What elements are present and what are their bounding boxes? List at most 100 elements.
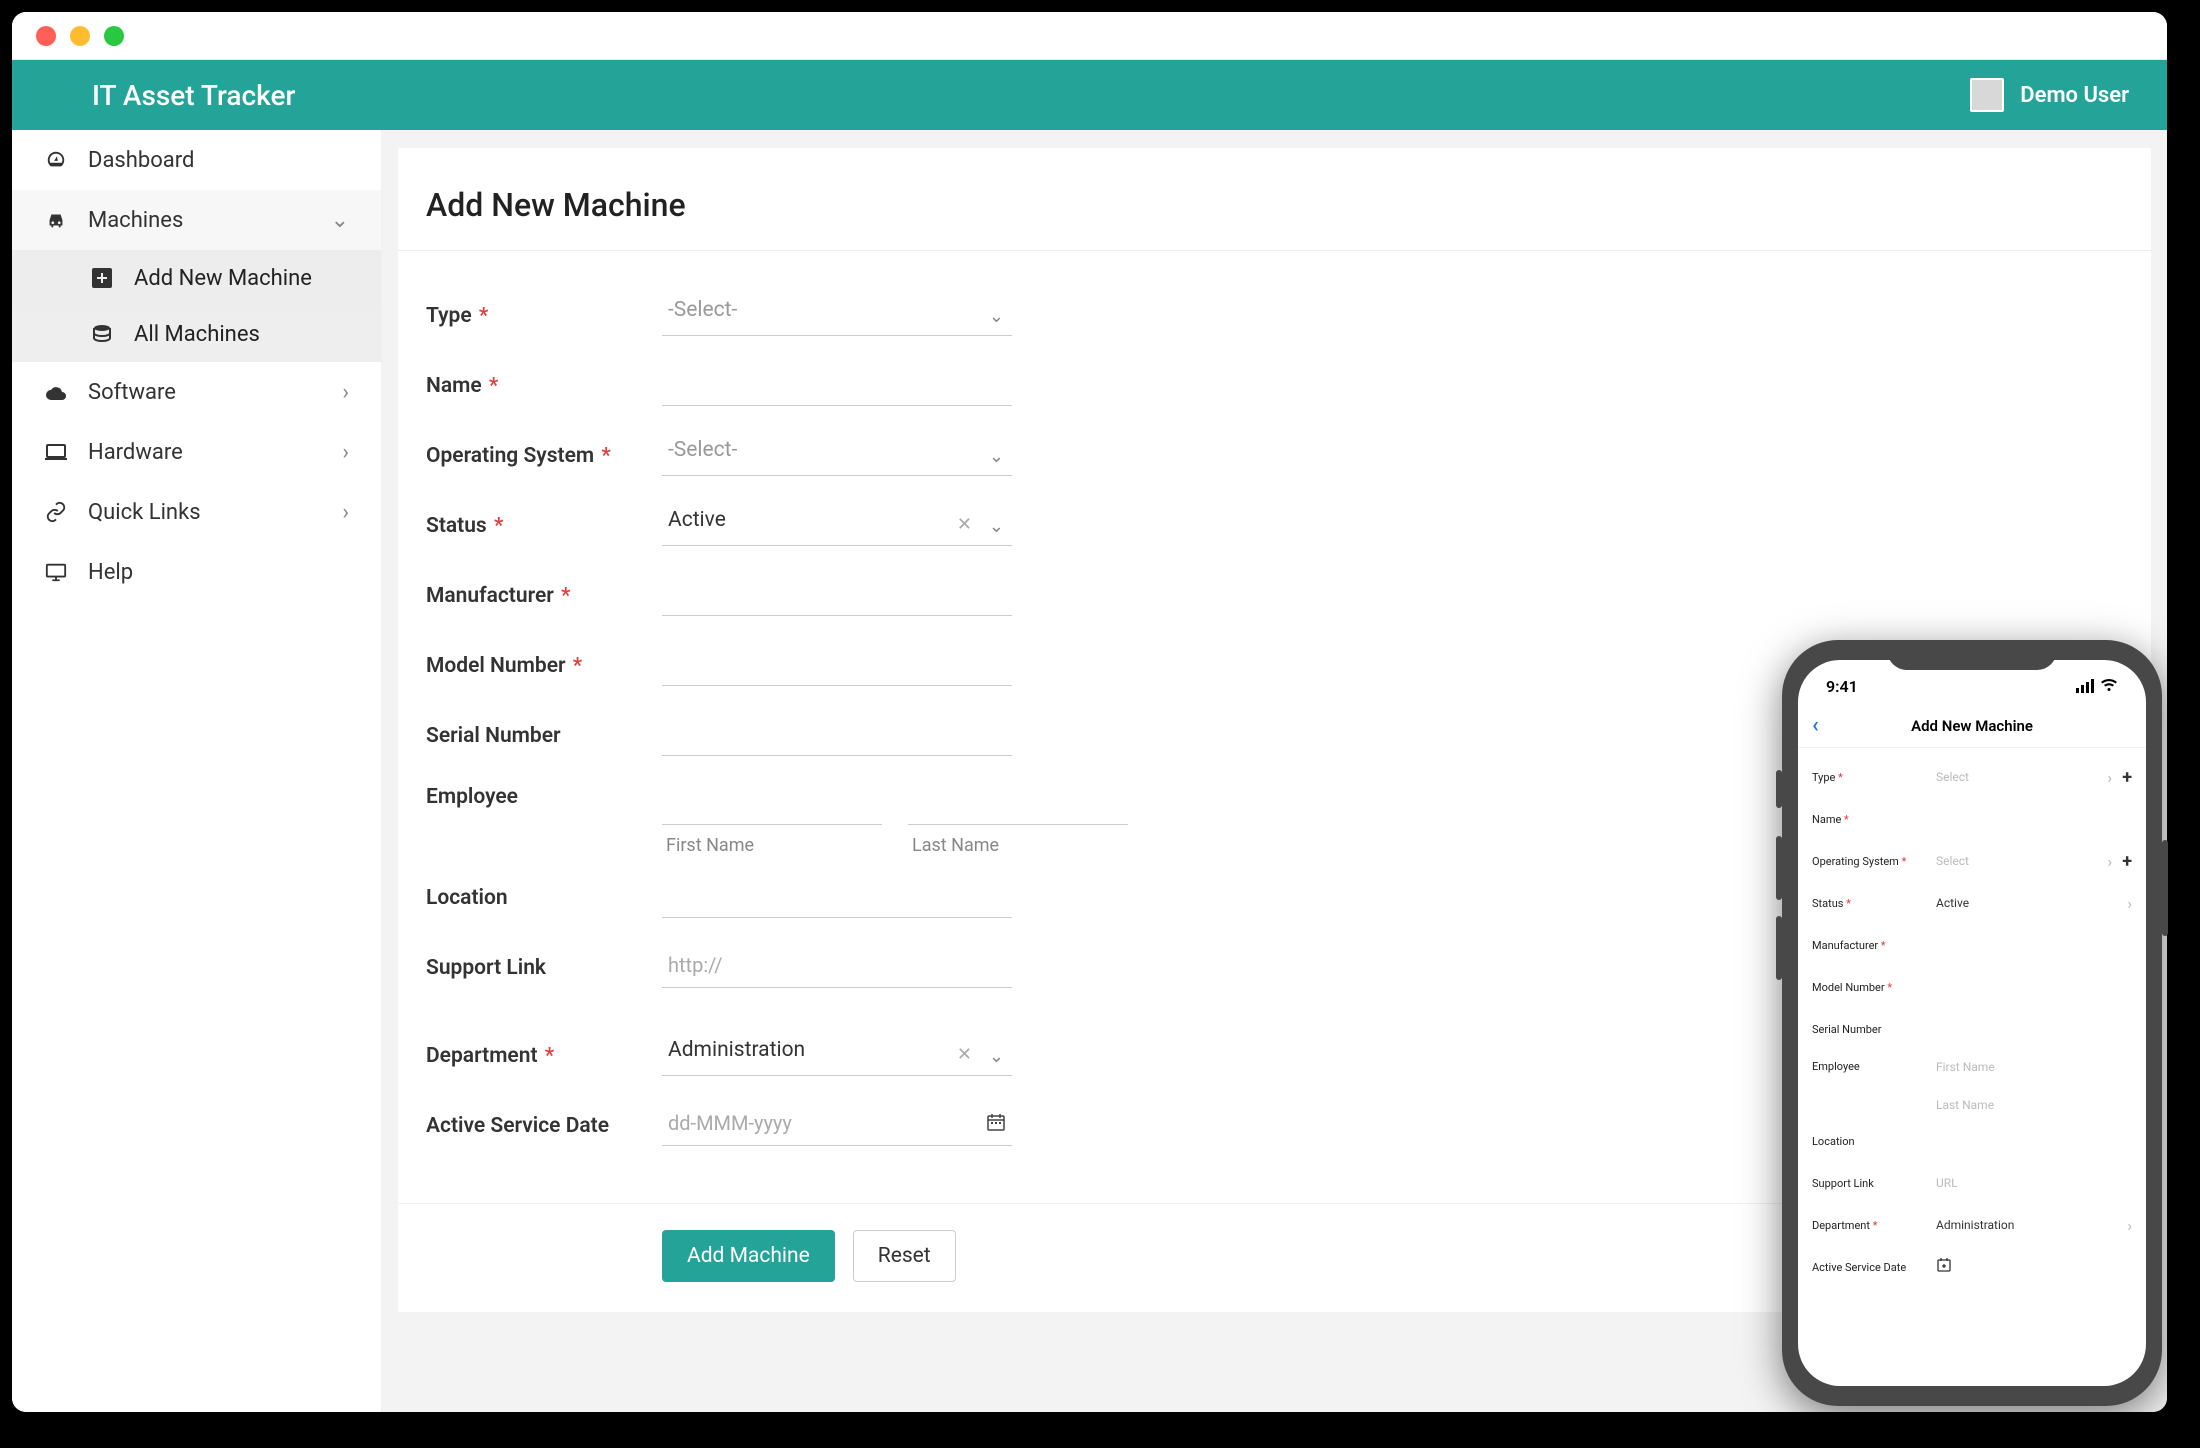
location-input[interactable] bbox=[662, 878, 1012, 918]
name-input[interactable] bbox=[662, 366, 1012, 406]
sublabel-first-name: First Name bbox=[662, 829, 882, 856]
active-service-date-input[interactable] bbox=[662, 1106, 1012, 1146]
phone-time: 9:41 bbox=[1826, 677, 1858, 696]
database-icon bbox=[90, 324, 114, 344]
phone-row-status: Status * Active› bbox=[1798, 882, 2146, 924]
support-link-input[interactable] bbox=[662, 948, 1012, 988]
user-menu[interactable]: Demo User bbox=[1970, 78, 2129, 112]
phone-side-button bbox=[1776, 836, 1782, 900]
label-department: Department * bbox=[426, 1044, 662, 1068]
chevron-right-icon: › bbox=[342, 380, 349, 405]
sidebar-label: Add New Machine bbox=[134, 266, 312, 291]
sidebar-label: Machines bbox=[88, 208, 183, 233]
calendar-plus-icon bbox=[1936, 1257, 1952, 1277]
phone-frame: 9:41 ‹ Add New Machine Type * Select›+ N… bbox=[1782, 640, 2162, 1406]
phone-header: ‹ Add New Machine bbox=[1798, 704, 2146, 748]
plus-icon[interactable]: + bbox=[2122, 767, 2132, 788]
link-icon bbox=[44, 501, 68, 523]
sidebar-item-dashboard[interactable]: Dashboard bbox=[12, 130, 381, 190]
label-os: Operating System * bbox=[426, 444, 662, 468]
gauge-icon bbox=[44, 149, 68, 171]
phone-side-button bbox=[1776, 916, 1782, 980]
employee-first-name-input[interactable] bbox=[662, 785, 882, 825]
phone-department-select[interactable]: Administration› bbox=[1936, 1216, 2132, 1235]
phone-back-button[interactable]: ‹ bbox=[1812, 713, 1819, 738]
sidebar-sub-add-new-machine[interactable]: Add New Machine bbox=[12, 250, 381, 306]
type-select[interactable]: -Select- bbox=[662, 296, 1012, 336]
phone-date-input[interactable] bbox=[1936, 1257, 2132, 1277]
phone-row-manufacturer: Manufacturer * bbox=[1798, 924, 2146, 966]
label-location: Location bbox=[426, 886, 662, 910]
label-active-service-date: Active Service Date bbox=[426, 1114, 662, 1138]
window-zoom-dot[interactable] bbox=[104, 26, 124, 46]
model-number-input[interactable] bbox=[662, 646, 1012, 686]
phone-row-model-number: Model Number * bbox=[1798, 966, 2146, 1008]
os-select[interactable]: -Select- bbox=[662, 436, 1012, 476]
field-row-os: Operating System * -Select- ⌄ bbox=[426, 421, 2123, 491]
field-row-manufacturer: Manufacturer * bbox=[426, 561, 2123, 631]
phone-title: Add New Machine bbox=[1911, 717, 2033, 735]
sidebar: Dashboard Machines ⌄ Add New Machine Al bbox=[12, 130, 382, 1412]
reset-button[interactable]: Reset bbox=[853, 1230, 956, 1282]
label-employee: Employee bbox=[426, 785, 662, 809]
phone-support-link-input[interactable]: URL bbox=[1936, 1176, 2132, 1190]
phone-os-select[interactable]: Select›+ bbox=[1936, 851, 2132, 872]
app-header: IT Asset Tracker Demo User bbox=[12, 60, 2167, 130]
sidebar-item-hardware[interactable]: Hardware › bbox=[12, 422, 381, 482]
app-title: IT Asset Tracker bbox=[92, 79, 295, 112]
field-row-type: Type * -Select- ⌄ bbox=[426, 281, 2123, 351]
chevron-down-icon: ⌄ bbox=[989, 516, 1004, 537]
laptop-icon bbox=[44, 443, 68, 461]
sidebar-item-help[interactable]: Help bbox=[12, 542, 381, 602]
employee-last-name-input[interactable] bbox=[908, 785, 1128, 825]
phone-side-button bbox=[1776, 770, 1782, 808]
monitor-icon bbox=[44, 562, 68, 582]
avatar bbox=[1970, 78, 2004, 112]
sidebar-label: Dashboard bbox=[88, 148, 194, 173]
clear-icon[interactable]: ✕ bbox=[957, 1044, 972, 1065]
phone-form: Type * Select›+ Name * Operating System … bbox=[1798, 748, 2146, 1386]
serial-number-input[interactable] bbox=[662, 716, 1012, 756]
label-manufacturer: Manufacturer * bbox=[426, 584, 662, 608]
chevron-down-icon: ⌄ bbox=[989, 306, 1004, 327]
chevron-right-icon: › bbox=[342, 440, 349, 465]
add-machine-button[interactable]: Add Machine bbox=[662, 1230, 835, 1282]
sidebar-label: Quick Links bbox=[88, 500, 201, 525]
label-model-number: Model Number * bbox=[426, 654, 662, 678]
phone-first-name-input[interactable]: First Name bbox=[1936, 1060, 2132, 1074]
field-row-name: Name * bbox=[426, 351, 2123, 421]
manufacturer-input[interactable] bbox=[662, 576, 1012, 616]
chevron-right-icon: › bbox=[342, 500, 349, 525]
phone-side-button bbox=[2162, 840, 2168, 936]
phone-row-name: Name * bbox=[1798, 798, 2146, 840]
phone-row-employee: Employee First Name Last Name bbox=[1798, 1050, 2146, 1120]
phone-row-active-service-date: Active Service Date bbox=[1798, 1246, 2146, 1288]
sidebar-sub-all-machines[interactable]: All Machines bbox=[12, 306, 381, 362]
field-row-status: Status * Active ✕ ⌄ bbox=[426, 491, 2123, 561]
sidebar-item-machines[interactable]: Machines ⌄ bbox=[12, 190, 381, 250]
phone-row-support-link: Support Link URL bbox=[1798, 1162, 2146, 1204]
phone-type-select[interactable]: Select›+ bbox=[1936, 767, 2132, 788]
phone-row-serial-number: Serial Number bbox=[1798, 1008, 2146, 1050]
chevron-down-icon: ⌄ bbox=[989, 446, 1004, 467]
plus-icon[interactable]: + bbox=[2122, 851, 2132, 872]
sidebar-item-software[interactable]: Software › bbox=[12, 362, 381, 422]
chevron-down-icon: ⌄ bbox=[989, 1046, 1004, 1067]
phone-screen: 9:41 ‹ Add New Machine Type * Select›+ N… bbox=[1798, 660, 2146, 1386]
sidebar-item-quick-links[interactable]: Quick Links › bbox=[12, 482, 381, 542]
plus-square-icon bbox=[90, 268, 114, 288]
car-icon bbox=[44, 210, 68, 230]
phone-row-location: Location bbox=[1798, 1120, 2146, 1162]
label-support-link: Support Link bbox=[426, 956, 662, 980]
phone-last-name-input[interactable]: Last Name bbox=[1936, 1098, 2132, 1112]
clear-icon[interactable]: ✕ bbox=[957, 514, 972, 535]
phone-status-select[interactable]: Active› bbox=[1936, 894, 2132, 913]
sidebar-label: Hardware bbox=[88, 440, 183, 465]
phone-row-os: Operating System * Select›+ bbox=[1798, 840, 2146, 882]
window-close-dot[interactable] bbox=[36, 26, 56, 46]
phone-notch bbox=[1887, 640, 2057, 670]
window-minimize-dot[interactable] bbox=[70, 26, 90, 46]
sidebar-label: Software bbox=[88, 380, 176, 405]
user-name: Demo User bbox=[2020, 83, 2129, 108]
calendar-icon[interactable] bbox=[986, 1112, 1006, 1138]
